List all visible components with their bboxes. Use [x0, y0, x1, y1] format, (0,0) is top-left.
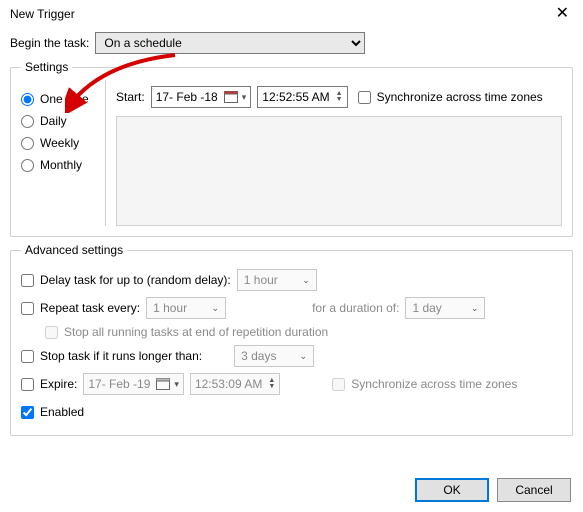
repeat-combo[interactable]: 1 hour ⌄ — [146, 297, 226, 319]
radio-one-time-input[interactable] — [21, 93, 34, 106]
delay-checkbox[interactable] — [21, 274, 34, 287]
sync-timezones-checkbox[interactable] — [358, 91, 371, 104]
repeat-checkbox[interactable] — [21, 302, 34, 315]
close-icon[interactable]: ✕ — [550, 6, 575, 22]
expire-date-value: 17- Feb -19 — [88, 377, 150, 391]
start-date-value: 17- Feb -18 — [156, 90, 218, 104]
schedule-detail-panel — [116, 116, 562, 226]
chevron-down-icon: ⌄ — [300, 351, 308, 362]
start-time-picker[interactable]: 12:52:55 AM ▲▼ — [257, 86, 347, 108]
stop-if-label: Stop task if it runs longer than: — [40, 349, 202, 363]
sync-timezones[interactable]: Synchronize across time zones — [358, 90, 543, 104]
expire-time-value: 12:53:09 AM — [195, 377, 262, 391]
delay-label: Delay task for up to (random delay): — [40, 273, 231, 287]
chevron-down-icon: ▾ — [242, 92, 247, 103]
begin-task-select[interactable]: On a schedule — [95, 32, 365, 54]
radio-one-time-label: One time — [40, 92, 89, 106]
radio-monthly-input[interactable] — [21, 159, 34, 172]
radio-daily-label: Daily — [40, 114, 67, 128]
chevron-down-icon: ▾ — [174, 379, 179, 390]
start-label: Start: — [116, 90, 145, 104]
advanced-group: Advanced settings Delay task for up to (… — [10, 243, 573, 436]
settings-legend: Settings — [21, 60, 72, 74]
sync-timezones-label: Synchronize across time zones — [377, 90, 543, 104]
chevron-down-icon: ⌄ — [212, 303, 220, 314]
expire-time-picker[interactable]: 12:53:09 AM ▲▼ — [190, 373, 280, 395]
duration-combo[interactable]: 1 day ⌄ — [405, 297, 485, 319]
start-date-picker[interactable]: 17- Feb -18 ▾ — [151, 86, 252, 108]
begin-task-label: Begin the task: — [10, 36, 89, 50]
window-title: New Trigger — [10, 7, 75, 21]
delay-value: 1 hour — [244, 273, 278, 287]
stop-all-checkbox — [45, 326, 58, 339]
stop-if-checkbox[interactable] — [21, 350, 34, 363]
calendar-icon — [156, 378, 170, 390]
ok-button[interactable]: OK — [415, 478, 489, 502]
spinner-icon: ▲▼ — [336, 91, 343, 103]
duration-value: 1 day — [412, 301, 441, 315]
delay-combo[interactable]: 1 hour ⌄ — [237, 269, 317, 291]
enabled-label: Enabled — [40, 405, 84, 419]
radio-weekly-input[interactable] — [21, 137, 34, 150]
advanced-legend: Advanced settings — [21, 243, 127, 257]
radio-weekly[interactable]: Weekly — [21, 136, 103, 150]
radio-monthly[interactable]: Monthly — [21, 158, 103, 172]
stop-if-value: 3 days — [241, 349, 276, 363]
radio-weekly-label: Weekly — [40, 136, 79, 150]
radio-one-time[interactable]: One time — [21, 92, 103, 106]
chevron-down-icon: ⌄ — [302, 275, 310, 286]
spinner-icon: ▲▼ — [268, 378, 275, 390]
expire-date-picker[interactable]: 17- Feb -19 ▾ — [83, 373, 184, 395]
calendar-icon — [224, 91, 238, 103]
settings-group: Settings One time Daily Weekly Monthly — [10, 60, 573, 237]
radio-daily[interactable]: Daily — [21, 114, 103, 128]
radio-monthly-label: Monthly — [40, 158, 82, 172]
repeat-label: Repeat task every: — [40, 301, 140, 315]
chevron-down-icon: ⌄ — [471, 303, 479, 314]
cancel-button[interactable]: Cancel — [497, 478, 571, 502]
expire-sync-checkbox — [332, 378, 345, 391]
start-time-value: 12:52:55 AM — [262, 90, 329, 104]
radio-daily-input[interactable] — [21, 115, 34, 128]
duration-label: for a duration of: — [312, 301, 399, 315]
expire-sync-label: Synchronize across time zones — [351, 377, 517, 391]
expire-checkbox[interactable] — [21, 378, 34, 391]
enabled-checkbox[interactable] — [21, 406, 34, 419]
stop-all-label: Stop all running tasks at end of repetit… — [64, 325, 328, 339]
expire-label: Expire: — [40, 377, 77, 391]
stop-if-combo[interactable]: 3 days ⌄ — [234, 345, 314, 367]
repeat-value: 1 hour — [153, 301, 187, 315]
